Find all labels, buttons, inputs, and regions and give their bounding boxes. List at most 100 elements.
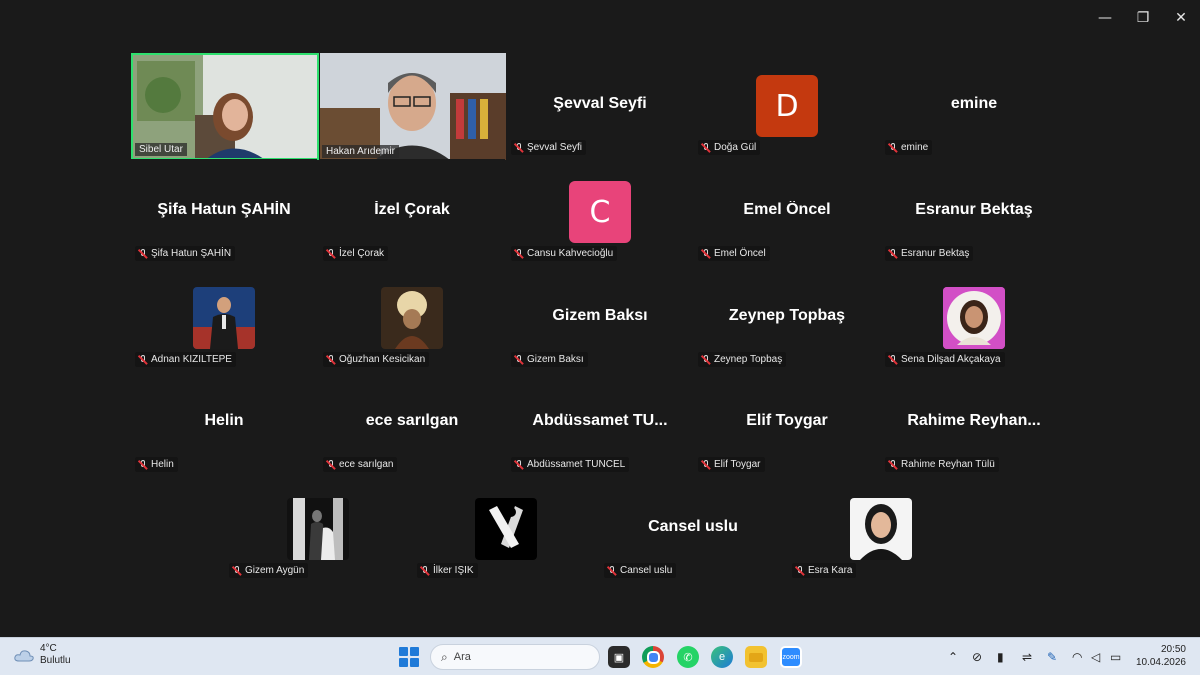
mic-muted-icon <box>701 354 711 365</box>
mic-muted-icon <box>701 459 711 470</box>
video-tile-participant[interactable]: Hakan Arıdemir <box>320 53 506 160</box>
participant-tile[interactable]: C Cansu Kahvecioğlu <box>507 159 693 265</box>
avatar-letter: C <box>569 181 631 243</box>
participant-label: ece sarılgan <box>323 457 398 472</box>
mic-muted-icon <box>795 565 805 576</box>
participant-tile[interactable]: Rahime Reyhan... Rahime Reyhan Tülü <box>881 370 1067 476</box>
volume-icon[interactable]: ◁ <box>1091 650 1100 664</box>
task-view-icon[interactable]: ▣ <box>608 646 630 668</box>
mic-muted-icon <box>326 354 336 365</box>
mic-muted-icon <box>701 248 711 259</box>
battery-icon[interactable]: ▭ <box>1110 650 1121 664</box>
mic-muted-icon <box>232 565 242 576</box>
participant-tile[interactable]: Abdüssamet TU... Abdüssamet TUNCEL <box>507 370 693 476</box>
chrome-icon[interactable] <box>642 646 664 668</box>
participant-tile[interactable]: Sena Dilşad Akçakaya <box>881 265 1067 371</box>
participant-tile[interactable]: Gizem Aygün <box>225 476 411 582</box>
wifi-icon[interactable]: ◠ <box>1072 650 1082 664</box>
participant-tile[interactable]: Elif Toygar Elif Toygar <box>694 370 880 476</box>
clock[interactable]: 20:50 10.04.2026 <box>1136 643 1186 669</box>
mic-muted-icon <box>607 565 617 576</box>
participant-name: İzel Çorak <box>339 248 385 259</box>
participant-label: Cansu Kahvecioğlu <box>511 246 618 261</box>
mic-muted-icon <box>514 459 524 470</box>
participant-tile[interactable]: emine emine <box>881 53 1067 159</box>
chevron-up-icon[interactable]: ⌃ <box>948 650 958 664</box>
minimize-button[interactable]: — <box>1086 6 1124 30</box>
close-button[interactable]: ✕ <box>1162 6 1200 30</box>
participant-label: İlker IŞIK <box>417 563 478 578</box>
participant-label: Şevval Seyfi <box>511 140 587 155</box>
participant-tile[interactable]: Helin Helin <box>131 370 317 476</box>
camera-off-icon[interactable]: ⊘ <box>972 650 982 664</box>
participant-display-name: Şevval Seyfi <box>553 95 647 112</box>
participant-name: Cansu Kahvecioğlu <box>527 248 614 259</box>
participant-name: Abdüssamet TUNCEL <box>527 459 626 470</box>
participant-tile[interactable]: Cansel uslu Cansel uslu <box>600 476 786 582</box>
participant-name: Adnan KIZILTEPE <box>151 354 232 365</box>
avatar-photo <box>381 287 443 349</box>
participant-display-name: emine <box>950 95 998 112</box>
participant-label: Esra Kara <box>792 563 857 578</box>
participant-tile[interactable]: Adnan KIZILTEPE <box>131 265 317 371</box>
participant-label: Oğuzhan Kesicikan <box>323 352 430 367</box>
mic-muted-icon <box>420 565 430 576</box>
mic-muted-icon <box>514 354 524 365</box>
participant-tile[interactable]: Zeynep Topbaş Zeynep Topbaş <box>694 265 880 371</box>
sliders-icon[interactable]: ⇌ <box>1022 650 1032 664</box>
avatar-photo <box>287 498 349 560</box>
participant-tile[interactable]: Şifa Hatun ŞAHİN Şifa Hatun ŞAHİN <box>131 159 317 265</box>
search-icon: ⌕ <box>441 649 448 664</box>
participant-label: Emel Öncel <box>698 246 770 261</box>
whatsapp-icon[interactable]: ✆ <box>677 646 699 668</box>
participant-name: Şevval Seyfi <box>527 142 583 153</box>
participant-tile[interactable]: Esra Kara <box>788 476 974 582</box>
microphone-icon[interactable]: ✎ <box>1047 650 1057 664</box>
participant-label: emine <box>885 140 933 155</box>
participant-tile[interactable]: Esranur Bektaş Esranur Bektaş <box>881 159 1067 265</box>
participant-label: Cansel uslu <box>604 563 677 578</box>
mic-muted-icon <box>514 248 524 259</box>
participant-label: Doğa Gül <box>698 140 761 155</box>
mic-muted-icon <box>138 354 148 365</box>
participant-name: Doğa Gül <box>714 142 757 153</box>
participant-display-name: Gizem Baksı <box>552 307 648 324</box>
participant-display-name: Şifa Hatun ŞAHİN <box>157 201 291 218</box>
participant-tile[interactable]: Gizem Baksı Gizem Baksı <box>507 265 693 371</box>
mic-muted-icon <box>888 354 898 365</box>
date: 10.04.2026 <box>1135 657 1186 668</box>
video-tile-self[interactable]: Sibel Utar <box>131 53 319 160</box>
file-explorer-icon[interactable] <box>745 646 767 668</box>
participant-tile[interactable]: Emel Öncel Emel Öncel <box>694 159 880 265</box>
app-tray-icon[interactable]: ▮ <box>997 650 1004 664</box>
participant-name: Sibel Utar <box>135 143 187 156</box>
zoom-icon[interactable]: zoom <box>780 646 802 668</box>
window-controls: — ❐ ✕ <box>1086 6 1200 30</box>
participant-tile[interactable]: İzel Çorak İzel Çorak <box>319 159 505 265</box>
participant-display-name: Esranur Bektaş <box>915 201 1033 218</box>
participant-tile[interactable]: İlker IŞIK <box>413 476 599 582</box>
participant-tile[interactable]: ece sarılgan ece sarılgan <box>319 370 505 476</box>
participant-name: Helin <box>151 459 174 470</box>
participant-name: emine <box>901 142 929 153</box>
restore-button[interactable]: ❐ <box>1124 6 1162 30</box>
cloud-icon <box>14 648 34 662</box>
participant-name: Cansel uslu <box>620 565 673 576</box>
participant-tile[interactable]: D Doğa Gül <box>694 53 880 159</box>
mic-muted-icon <box>701 142 711 153</box>
participant-display-name: Helin <box>204 412 244 429</box>
participant-name: Oğuzhan Kesicikan <box>339 354 426 365</box>
start-button[interactable] <box>399 647 419 667</box>
participant-display-name: İzel Çorak <box>374 201 450 218</box>
search-box[interactable]: ⌕ Ara <box>430 644 600 670</box>
participant-tile[interactable]: Oğuzhan Kesicikan <box>319 265 505 371</box>
mic-muted-icon <box>326 248 336 259</box>
weather-widget[interactable]: 4°C Bulutlu <box>14 643 71 667</box>
participant-label: Elif Toygar <box>698 457 765 472</box>
mic-muted-icon <box>138 248 148 259</box>
participant-label: Sena Dilşad Akçakaya <box>885 352 1005 367</box>
participant-tile[interactable]: Şevval Seyfi Şevval Seyfi <box>507 53 693 159</box>
mic-muted-icon <box>888 142 898 153</box>
edge-icon[interactable]: e <box>711 646 733 668</box>
participant-name: ece sarılgan <box>339 459 394 470</box>
